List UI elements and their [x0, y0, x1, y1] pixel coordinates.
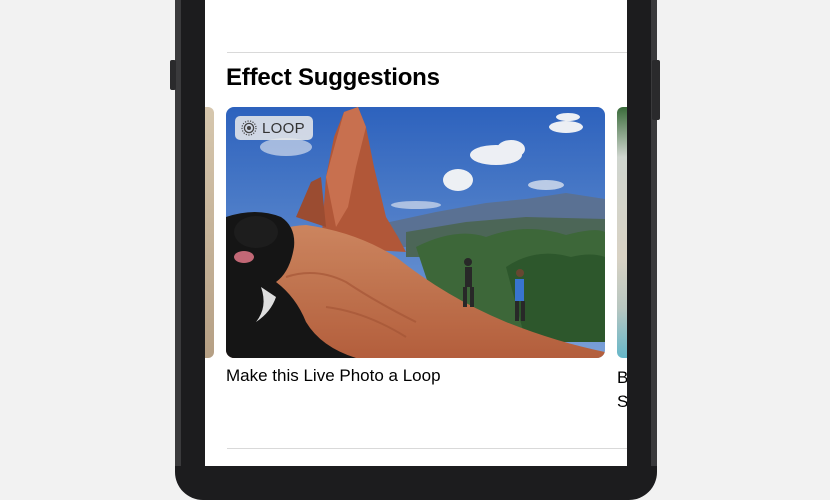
live-photo-thumbnail [226, 107, 605, 358]
phone-side-button [170, 60, 176, 90]
next-card-peek[interactable] [617, 107, 627, 358]
effect-suggestion-card[interactable]: LOOP [226, 107, 605, 358]
loop-badge: LOOP [235, 116, 313, 140]
previous-card-peek[interactable] [205, 107, 214, 358]
phone-screen: Effect Suggestions LOOP Make this Live P… [205, 0, 627, 466]
next-card-caption-line-2: S [617, 392, 627, 411]
section-divider-top [227, 52, 627, 53]
loop-badge-label: LOOP [262, 119, 305, 137]
next-card-caption: B S [617, 366, 627, 414]
phone-power-button [652, 60, 660, 120]
next-card-caption-line-1: B [617, 368, 627, 387]
section-title: Effect Suggestions [226, 64, 440, 91]
card-caption: Make this Live Photo a Loop [226, 366, 441, 385]
section-divider-bottom [227, 448, 627, 449]
live-photo-loop-icon [241, 120, 257, 136]
